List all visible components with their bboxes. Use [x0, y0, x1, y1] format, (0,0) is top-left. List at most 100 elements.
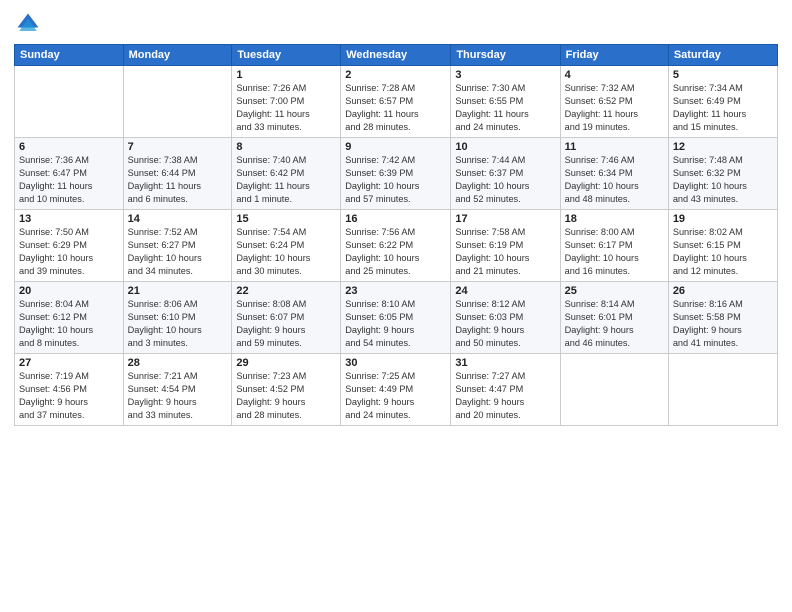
day-info: Sunrise: 7:40 AM Sunset: 6:42 PM Dayligh… — [236, 154, 336, 206]
calendar-table: SundayMondayTuesdayWednesdayThursdayFrid… — [14, 44, 778, 426]
day-info: Sunrise: 7:38 AM Sunset: 6:44 PM Dayligh… — [128, 154, 228, 206]
day-number: 24 — [455, 285, 555, 297]
day-info: Sunrise: 7:25 AM Sunset: 4:49 PM Dayligh… — [345, 370, 446, 422]
day-number: 27 — [19, 357, 119, 369]
day-info: Sunrise: 7:19 AM Sunset: 4:56 PM Dayligh… — [19, 370, 119, 422]
week-row-5: 27Sunrise: 7:19 AM Sunset: 4:56 PM Dayli… — [15, 354, 778, 426]
logo — [14, 10, 46, 38]
calendar-cell: 27Sunrise: 7:19 AM Sunset: 4:56 PM Dayli… — [15, 354, 124, 426]
week-row-3: 13Sunrise: 7:50 AM Sunset: 6:29 PM Dayli… — [15, 210, 778, 282]
day-info: Sunrise: 8:14 AM Sunset: 6:01 PM Dayligh… — [565, 298, 664, 350]
day-number: 7 — [128, 141, 228, 153]
calendar-cell: 8Sunrise: 7:40 AM Sunset: 6:42 PM Daylig… — [232, 138, 341, 210]
logo-icon — [14, 10, 42, 38]
day-number: 31 — [455, 357, 555, 369]
day-number: 14 — [128, 213, 228, 225]
calendar-cell: 7Sunrise: 7:38 AM Sunset: 6:44 PM Daylig… — [123, 138, 232, 210]
calendar-cell: 11Sunrise: 7:46 AM Sunset: 6:34 PM Dayli… — [560, 138, 668, 210]
week-row-4: 20Sunrise: 8:04 AM Sunset: 6:12 PM Dayli… — [15, 282, 778, 354]
day-info: Sunrise: 7:50 AM Sunset: 6:29 PM Dayligh… — [19, 226, 119, 278]
day-info: Sunrise: 7:21 AM Sunset: 4:54 PM Dayligh… — [128, 370, 228, 422]
weekday-monday: Monday — [123, 45, 232, 66]
calendar-cell: 3Sunrise: 7:30 AM Sunset: 6:55 PM Daylig… — [451, 66, 560, 138]
day-number: 5 — [673, 69, 773, 81]
calendar-cell: 25Sunrise: 8:14 AM Sunset: 6:01 PM Dayli… — [560, 282, 668, 354]
day-number: 12 — [673, 141, 773, 153]
weekday-friday: Friday — [560, 45, 668, 66]
day-number: 13 — [19, 213, 119, 225]
weekday-wednesday: Wednesday — [341, 45, 451, 66]
day-info: Sunrise: 7:32 AM Sunset: 6:52 PM Dayligh… — [565, 82, 664, 134]
day-number: 21 — [128, 285, 228, 297]
weekday-header-row: SundayMondayTuesdayWednesdayThursdayFrid… — [15, 45, 778, 66]
calendar-cell: 23Sunrise: 8:10 AM Sunset: 6:05 PM Dayli… — [341, 282, 451, 354]
calendar-cell: 6Sunrise: 7:36 AM Sunset: 6:47 PM Daylig… — [15, 138, 124, 210]
calendar-cell: 2Sunrise: 7:28 AM Sunset: 6:57 PM Daylig… — [341, 66, 451, 138]
week-row-2: 6Sunrise: 7:36 AM Sunset: 6:47 PM Daylig… — [15, 138, 778, 210]
day-info: Sunrise: 7:23 AM Sunset: 4:52 PM Dayligh… — [236, 370, 336, 422]
calendar-cell: 14Sunrise: 7:52 AM Sunset: 6:27 PM Dayli… — [123, 210, 232, 282]
day-number: 16 — [345, 213, 446, 225]
calendar-cell: 21Sunrise: 8:06 AM Sunset: 6:10 PM Dayli… — [123, 282, 232, 354]
day-info: Sunrise: 7:26 AM Sunset: 7:00 PM Dayligh… — [236, 82, 336, 134]
weekday-saturday: Saturday — [668, 45, 777, 66]
day-info: Sunrise: 7:36 AM Sunset: 6:47 PM Dayligh… — [19, 154, 119, 206]
day-info: Sunrise: 7:58 AM Sunset: 6:19 PM Dayligh… — [455, 226, 555, 278]
calendar-body: 1Sunrise: 7:26 AM Sunset: 7:00 PM Daylig… — [15, 66, 778, 426]
day-number: 15 — [236, 213, 336, 225]
day-info: Sunrise: 7:27 AM Sunset: 4:47 PM Dayligh… — [455, 370, 555, 422]
weekday-tuesday: Tuesday — [232, 45, 341, 66]
day-info: Sunrise: 8:04 AM Sunset: 6:12 PM Dayligh… — [19, 298, 119, 350]
calendar-cell: 24Sunrise: 8:12 AM Sunset: 6:03 PM Dayli… — [451, 282, 560, 354]
weekday-sunday: Sunday — [15, 45, 124, 66]
day-info: Sunrise: 8:02 AM Sunset: 6:15 PM Dayligh… — [673, 226, 773, 278]
calendar-cell — [560, 354, 668, 426]
day-number: 30 — [345, 357, 446, 369]
day-number: 28 — [128, 357, 228, 369]
week-row-1: 1Sunrise: 7:26 AM Sunset: 7:00 PM Daylig… — [15, 66, 778, 138]
day-info: Sunrise: 7:54 AM Sunset: 6:24 PM Dayligh… — [236, 226, 336, 278]
calendar-cell: 31Sunrise: 7:27 AM Sunset: 4:47 PM Dayli… — [451, 354, 560, 426]
page: SundayMondayTuesdayWednesdayThursdayFrid… — [0, 0, 792, 612]
day-number: 23 — [345, 285, 446, 297]
day-info: Sunrise: 7:28 AM Sunset: 6:57 PM Dayligh… — [345, 82, 446, 134]
day-info: Sunrise: 8:16 AM Sunset: 5:58 PM Dayligh… — [673, 298, 773, 350]
day-number: 6 — [19, 141, 119, 153]
calendar-cell: 10Sunrise: 7:44 AM Sunset: 6:37 PM Dayli… — [451, 138, 560, 210]
calendar-cell: 9Sunrise: 7:42 AM Sunset: 6:39 PM Daylig… — [341, 138, 451, 210]
day-info: Sunrise: 8:12 AM Sunset: 6:03 PM Dayligh… — [455, 298, 555, 350]
day-number: 18 — [565, 213, 664, 225]
calendar-cell: 29Sunrise: 7:23 AM Sunset: 4:52 PM Dayli… — [232, 354, 341, 426]
day-number: 17 — [455, 213, 555, 225]
calendar-cell — [15, 66, 124, 138]
calendar-cell: 12Sunrise: 7:48 AM Sunset: 6:32 PM Dayli… — [668, 138, 777, 210]
day-number: 26 — [673, 285, 773, 297]
calendar-cell: 22Sunrise: 8:08 AM Sunset: 6:07 PM Dayli… — [232, 282, 341, 354]
day-number: 22 — [236, 285, 336, 297]
calendar-cell: 15Sunrise: 7:54 AM Sunset: 6:24 PM Dayli… — [232, 210, 341, 282]
day-number: 2 — [345, 69, 446, 81]
day-info: Sunrise: 7:56 AM Sunset: 6:22 PM Dayligh… — [345, 226, 446, 278]
calendar-cell: 17Sunrise: 7:58 AM Sunset: 6:19 PM Dayli… — [451, 210, 560, 282]
calendar-cell — [668, 354, 777, 426]
day-number: 11 — [565, 141, 664, 153]
day-number: 19 — [673, 213, 773, 225]
day-number: 29 — [236, 357, 336, 369]
day-info: Sunrise: 8:10 AM Sunset: 6:05 PM Dayligh… — [345, 298, 446, 350]
day-info: Sunrise: 7:48 AM Sunset: 6:32 PM Dayligh… — [673, 154, 773, 206]
day-number: 10 — [455, 141, 555, 153]
calendar-cell: 30Sunrise: 7:25 AM Sunset: 4:49 PM Dayli… — [341, 354, 451, 426]
day-number: 4 — [565, 69, 664, 81]
calendar-cell: 19Sunrise: 8:02 AM Sunset: 6:15 PM Dayli… — [668, 210, 777, 282]
day-info: Sunrise: 7:34 AM Sunset: 6:49 PM Dayligh… — [673, 82, 773, 134]
day-info: Sunrise: 7:44 AM Sunset: 6:37 PM Dayligh… — [455, 154, 555, 206]
day-number: 1 — [236, 69, 336, 81]
day-info: Sunrise: 7:30 AM Sunset: 6:55 PM Dayligh… — [455, 82, 555, 134]
calendar-cell: 26Sunrise: 8:16 AM Sunset: 5:58 PM Dayli… — [668, 282, 777, 354]
day-info: Sunrise: 7:52 AM Sunset: 6:27 PM Dayligh… — [128, 226, 228, 278]
calendar-cell: 13Sunrise: 7:50 AM Sunset: 6:29 PM Dayli… — [15, 210, 124, 282]
day-number: 25 — [565, 285, 664, 297]
header — [14, 10, 778, 38]
day-number: 20 — [19, 285, 119, 297]
calendar-cell: 28Sunrise: 7:21 AM Sunset: 4:54 PM Dayli… — [123, 354, 232, 426]
